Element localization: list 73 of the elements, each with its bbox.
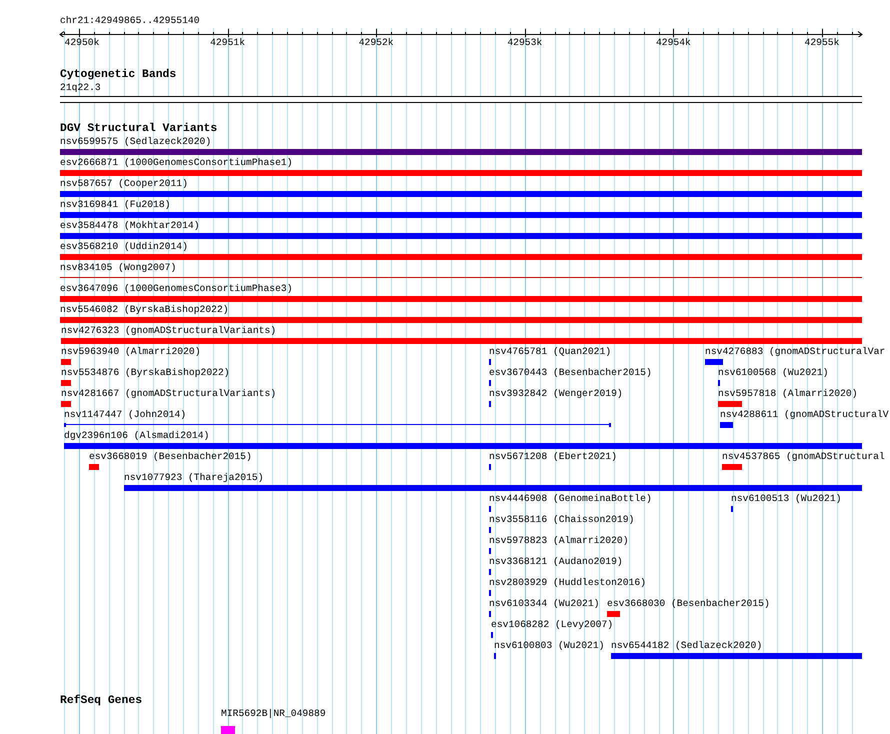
feature-bar[interactable]	[61, 359, 71, 365]
feature-label: nsv4537865 (gnomADStructural	[722, 451, 885, 463]
feature-label: nsv5978823 (Almarri2020)	[489, 535, 629, 547]
feature-label: nsv4446908 (GenomeinaBottle)	[489, 493, 652, 505]
feature-bar[interactable]	[718, 401, 742, 407]
feature-label: nsv6100513 (Wu2021)	[731, 493, 842, 505]
feature-bar[interactable]	[61, 401, 71, 407]
feature-bar[interactable]	[720, 422, 733, 428]
feature-bar[interactable]	[60, 170, 862, 176]
feature-label: nsv834105 (Wong2007)	[60, 262, 176, 274]
feature-label: nsv4276323 (gnomADStructuralVariants)	[61, 325, 276, 337]
feature-label: nsv6103344 (Wu2021)	[489, 598, 600, 610]
tick-label: 42955k	[804, 37, 840, 48]
feature-bar[interactable]	[60, 212, 862, 218]
feature-label: nsv5671208 (Ebert2021)	[489, 451, 617, 463]
gene-label: MIR5692B|NR_049889	[221, 708, 326, 720]
tick-label: 42953k	[507, 37, 542, 48]
feature-bar[interactable]	[89, 464, 99, 470]
feature-label: nsv6544182 (Sedlazeck2020)	[611, 640, 762, 652]
feature-label: nsv5534876 (ByrskaBishop2022)	[61, 367, 230, 379]
feature-bar[interactable]	[611, 653, 862, 659]
feature-bar[interactable]	[60, 296, 862, 302]
feature-bar[interactable]	[60, 149, 862, 155]
feature-label: nsv1147447 (John2014)	[64, 409, 186, 421]
feature-label: nsv2803929 (Huddleston2016)	[489, 577, 646, 589]
feature-label: esv3584478 (Mokhtar2014)	[60, 220, 200, 232]
track-title: RefSeq Genes	[60, 695, 142, 708]
band-label: 21q22.3	[60, 82, 101, 94]
feature-label: esv3670443 (Besenbacher2015)	[489, 367, 652, 379]
feature-label: nsv6100568 (Wu2021)	[718, 367, 828, 379]
feature-label: nsv3169841 (Fu2018)	[60, 199, 170, 211]
feature-bar[interactable]	[705, 359, 723, 365]
feature-label: nsv5957818 (Almarri2020)	[718, 388, 858, 400]
feature-label: esv1068282 (Levy2007)	[491, 619, 614, 631]
feature-label: nsv1077923 (Thareja2015)	[124, 472, 264, 484]
feature-label: nsv4281667 (gnomADStructuralVariants)	[61, 388, 276, 400]
feature-bar[interactable]	[722, 464, 742, 470]
feature-bar[interactable]	[60, 317, 862, 323]
feature-label: nsv4276883 (gnomADStructuralVar	[705, 346, 886, 358]
feature-label: esv3668030 (Besenbacher2015)	[607, 598, 770, 610]
feature-label: nsv587657 (Cooper2011)	[60, 178, 188, 190]
feature-bar[interactable]	[607, 611, 620, 617]
track-title: Cytogenetic Bands	[60, 69, 176, 82]
tick-label: 42950k	[64, 37, 100, 48]
feature-label: esv3647096 (1000GenomesConsortiumPhase3)	[60, 283, 293, 295]
feature-bar[interactable]	[60, 191, 862, 197]
feature-bar[interactable]	[61, 338, 862, 344]
feature-label: nsv6100803 (Wu2021)	[494, 640, 604, 652]
feature-bar[interactable]	[64, 443, 862, 449]
feature-bar[interactable]	[124, 485, 862, 491]
feature-label: nsv5963940 (Almarri2020)	[61, 346, 201, 358]
feature-label: nsv3558116 (Chaisson2019)	[489, 514, 634, 526]
feature-label: nsv5546082 (ByrskaBishop2022)	[60, 304, 229, 316]
feature-bar[interactable]	[61, 380, 71, 386]
feature-line[interactable]	[60, 276, 862, 280]
feature-bar[interactable]	[60, 233, 862, 239]
gene-bar[interactable]	[221, 726, 235, 734]
feature-label: esv3568210 (Uddin2014)	[60, 241, 188, 253]
feature-bar[interactable]	[60, 254, 862, 260]
location-label: chr21:42949865..42955140	[60, 15, 200, 27]
feature-label: dgv2396n106 (Alsmadi2014)	[64, 430, 210, 442]
feature-label: nsv6599575 (Sedlazeck2020)	[60, 136, 212, 148]
feature-label: esv3668019 (Besenbacher2015)	[89, 451, 252, 463]
tick-label: 42954k	[656, 37, 691, 48]
feature-line[interactable]	[64, 423, 611, 427]
feature-label: nsv4288611 (gnomADStructuralV	[720, 409, 889, 421]
track-title: DGV Structural Variants	[60, 123, 218, 136]
feature-label: nsv4765781 (Quan2021)	[489, 346, 612, 358]
feature-label: nsv3368121 (Audano2019)	[489, 556, 623, 568]
feature-label: esv2666871 (1000GenomesConsortiumPhase1)	[60, 157, 293, 169]
feature-label: nsv3932842 (Wenger2019)	[489, 388, 623, 400]
tick-label: 42951k	[210, 37, 246, 48]
tick-label: 42952k	[358, 37, 394, 48]
